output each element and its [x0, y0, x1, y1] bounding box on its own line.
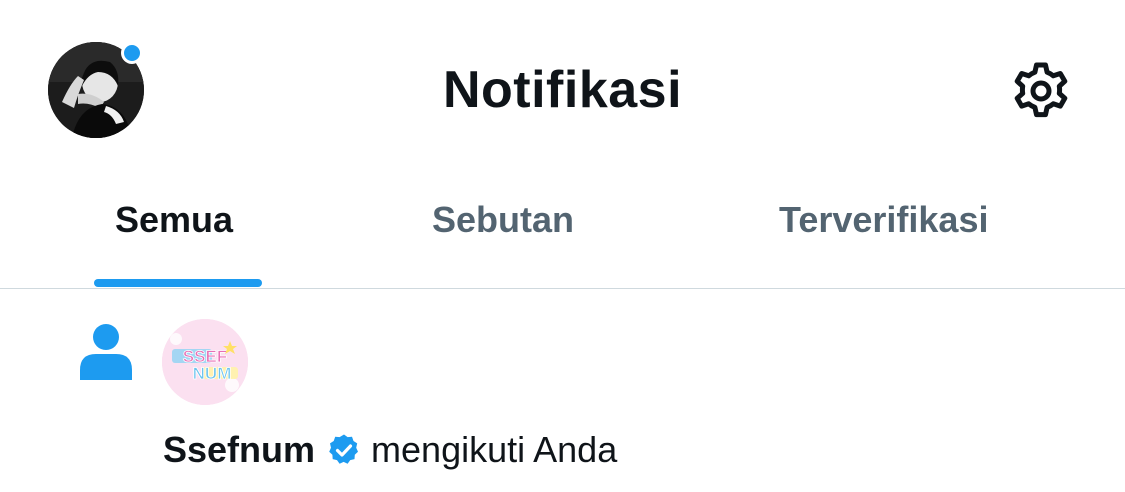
page-title: Notifikasi — [442, 61, 683, 119]
notification-action: mengikuti Anda — [371, 429, 618, 470]
notification-item[interactable]: SSEF NUM Ssefnum mengikuti Anda — [0, 289, 1125, 492]
tab-sebutan[interactable]: Sebutan — [432, 198, 574, 242]
settings-button[interactable] — [1008, 58, 1074, 124]
active-tab-indicator — [94, 279, 262, 287]
notifications-screen: Notifikasi Semua Sebutan Terverifikasi S… — [0, 0, 1125, 492]
follower-avatar[interactable]: SSEF NUM — [162, 319, 248, 405]
tab-semua[interactable]: Semua — [115, 198, 233, 242]
gear-icon — [1014, 62, 1068, 118]
verified-badge-icon — [327, 433, 361, 467]
notification-tabs: Semua Sebutan Terverifikasi — [0, 190, 1125, 288]
person-icon — [80, 324, 132, 380]
notification-text: Ssefnum mengikuti Anda — [163, 429, 617, 471]
follower-name[interactable]: Ssefnum — [163, 429, 315, 471]
tab-terverifikasi[interactable]: Terverifikasi — [779, 198, 988, 242]
follower-avatar-text-line2: NUM — [193, 364, 232, 383]
